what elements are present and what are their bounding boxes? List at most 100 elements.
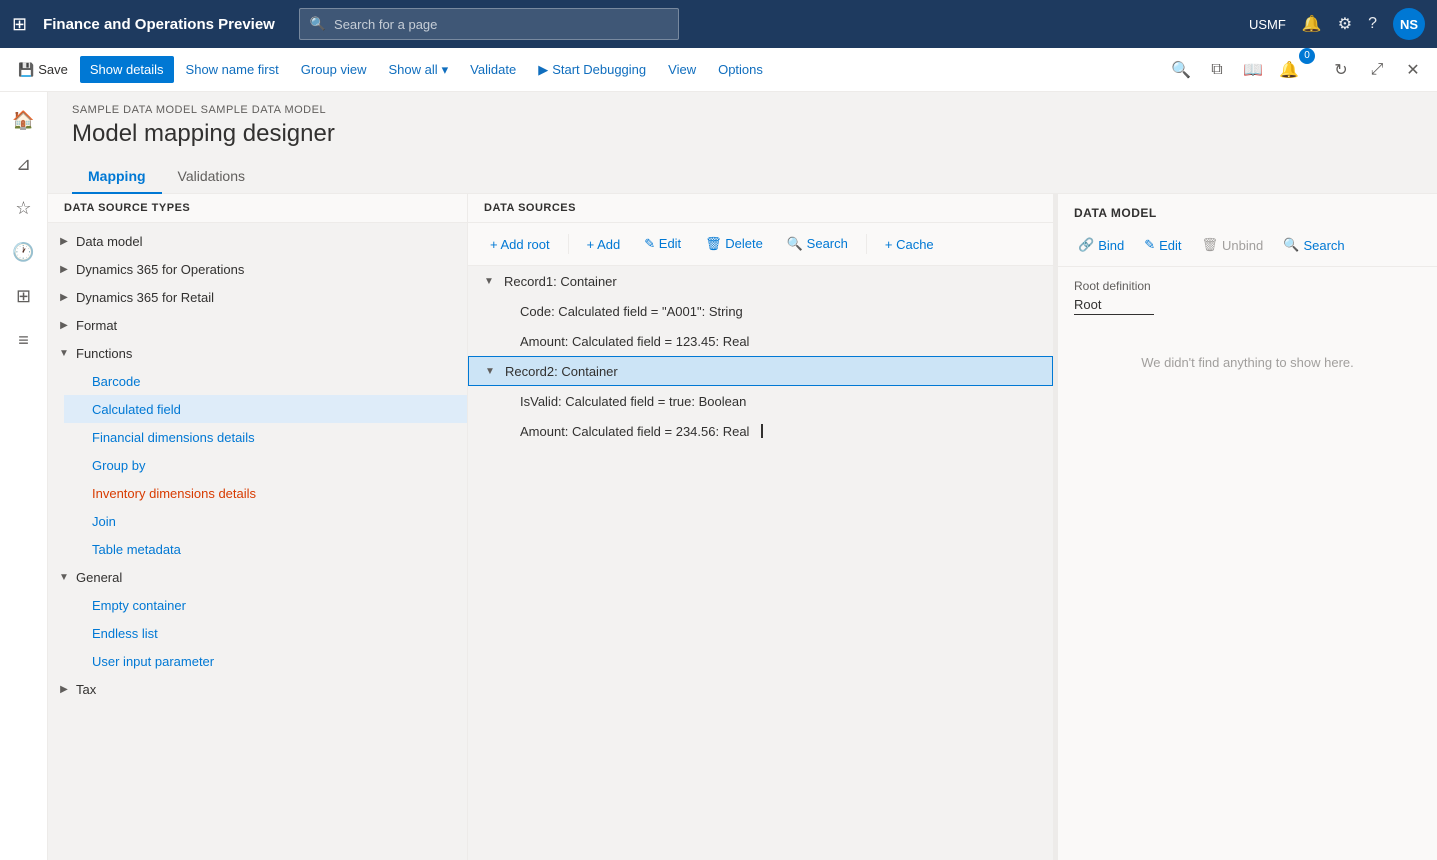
ds-item-record1[interactable]: ▼ Record1: Container <box>468 266 1053 296</box>
org-label: USMF <box>1249 17 1286 32</box>
dst-panel-header: DATA SOURCE TYPES <box>48 194 467 223</box>
tree-item-general[interactable]: ▼ General <box>48 563 467 591</box>
options-button[interactable]: Options <box>708 56 773 83</box>
side-nav-favorites[interactable]: ☆ <box>4 188 44 228</box>
side-nav-workspace[interactable]: ⊞ <box>4 276 44 316</box>
ds-item-amount1[interactable]: Amount: Calculated field = 123.45: Real <box>468 326 1053 356</box>
side-nav-home[interactable]: 🏠 <box>4 100 44 140</box>
label-d365-retail: Dynamics 365 for Retail <box>76 290 214 305</box>
tree-item-group-by[interactable]: Group by <box>64 451 467 479</box>
toolbar-right: 🔍 ⧉ 📖 🔔 0 ↻ ⤢ ✕ <box>1165 54 1429 86</box>
tree-item-endless-list[interactable]: Endless list <box>64 619 467 647</box>
dm-toolbar: 🔗 Bind ✎ Edit 🗑 Unbind 🔍 Search <box>1058 228 1437 267</box>
tree-item-d365-ops[interactable]: ▶ Dynamics 365 for Operations <box>48 255 467 283</box>
chevron-down-icon: ▾ <box>442 62 449 78</box>
global-search-bar[interactable]: 🔍 <box>299 8 679 40</box>
bell-icon[interactable]: 🔔 <box>1302 14 1322 34</box>
label-join: Join <box>92 514 116 529</box>
group-view-button[interactable]: Group view <box>291 56 377 83</box>
unbind-button[interactable]: 🗑 Unbind <box>1194 232 1272 258</box>
label-inv-dim: Inventory dimensions details <box>92 486 256 501</box>
show-all-button[interactable]: Show all ▾ <box>379 56 459 84</box>
breadcrumb: SAMPLE DATA MODEL SAMPLE DATA MODEL <box>48 92 1437 116</box>
tree-item-d365-retail[interactable]: ▶ Dynamics 365 for Retail <box>48 283 467 311</box>
help-icon[interactable]: ? <box>1368 15 1377 33</box>
toolbar: 💾 Save Show details Show name first Grou… <box>0 48 1437 92</box>
left-panel: DATA SOURCE TYPES ▶ Data model ▶ Dynamic… <box>48 194 468 860</box>
dm-edit-button[interactable]: ✎ Edit <box>1136 232 1189 258</box>
bind-button[interactable]: 🔗 Bind <box>1070 232 1132 258</box>
tree-item-join[interactable]: Join <box>64 507 467 535</box>
view-button[interactable]: View <box>658 56 706 83</box>
dm-search-icon: 🔍 <box>1283 237 1299 253</box>
ds-item-isvalid[interactable]: IsValid: Calculated field = true: Boolea… <box>468 386 1053 416</box>
tree-item-inv-dim[interactable]: Inventory dimensions details <box>64 479 467 507</box>
refresh-button[interactable]: ↻ <box>1325 54 1357 86</box>
ds-label-record1: Record1: Container <box>504 274 617 289</box>
popout-button[interactable]: ⤢ <box>1361 54 1393 86</box>
arrow-data-model: ▶ <box>56 236 72 247</box>
arrow-d365-ops: ▶ <box>56 264 72 275</box>
book-icon-button[interactable]: 📖 <box>1237 54 1269 86</box>
arrow-tax: ▶ <box>56 684 72 695</box>
tree-item-barcode[interactable]: Barcode <box>64 367 467 395</box>
dm-search-button[interactable]: 🔍 Search <box>1275 232 1352 258</box>
label-calculated-field: Calculated field <box>92 402 181 417</box>
close-button[interactable]: ✕ <box>1397 54 1429 86</box>
label-table-meta: Table metadata <box>92 542 181 557</box>
avatar[interactable]: NS <box>1393 8 1425 40</box>
side-nav-filter[interactable]: ⊿ <box>4 144 44 184</box>
ds-search-button[interactable]: 🔍 Search <box>777 231 858 257</box>
gear-icon[interactable]: ⚙ <box>1338 14 1352 34</box>
tree-item-format[interactable]: ▶ Format <box>48 311 467 339</box>
ds-item-record2[interactable]: ▼ Record2: Container <box>468 356 1053 386</box>
edit-icon: ✎ <box>1144 237 1155 253</box>
side-nav-history[interactable]: 🕐 <box>4 232 44 272</box>
edit-button[interactable]: ✎ Edit <box>634 231 691 257</box>
label-tax: Tax <box>76 682 96 697</box>
start-debugging-button[interactable]: ▶ Start Debugging <box>528 56 656 84</box>
tree-item-table-meta[interactable]: Table metadata <box>64 535 467 563</box>
notif-badge: 0 <box>1299 48 1315 64</box>
tab-mapping[interactable]: Mapping <box>72 160 162 194</box>
validate-button[interactable]: Validate <box>460 56 526 83</box>
dm-panel-header: DATA MODEL <box>1058 194 1437 228</box>
add-root-button[interactable]: + Add root <box>480 232 560 257</box>
dst-tree: ▶ Data model ▶ Dynamics 365 for Operatio… <box>48 223 467 860</box>
debug-icon: ▶ <box>538 62 548 78</box>
tab-validations[interactable]: Validations <box>162 160 261 194</box>
tree-item-user-input[interactable]: User input parameter <box>64 647 467 675</box>
label-group-by: Group by <box>92 458 145 473</box>
unbind-icon: 🗑 <box>1202 237 1219 253</box>
side-nav-list[interactable]: ≡ <box>4 320 44 360</box>
tree-item-tax[interactable]: ▶ Tax <box>48 675 467 703</box>
add-button[interactable]: + Add <box>577 232 631 257</box>
cache-button[interactable]: + Cache <box>875 232 944 257</box>
tree-item-data-model[interactable]: ▶ Data model <box>48 227 467 255</box>
grid-icon[interactable]: ⊞ <box>12 14 27 35</box>
global-search-input[interactable] <box>334 17 668 32</box>
tree-item-financial-dim[interactable]: Financial dimensions details <box>64 423 467 451</box>
delete-button[interactable]: 🗑 Delete <box>695 231 773 257</box>
ds-label-amount2: Amount: Calculated field = 234.56: Real <box>520 424 749 439</box>
tree-item-calculated-field[interactable]: Calculated field <box>64 395 467 423</box>
show-details-button[interactable]: Show details <box>80 56 174 83</box>
ds-item-code[interactable]: Code: Calculated field = "A001": String <box>468 296 1053 326</box>
tree-item-functions[interactable]: ▼ Functions <box>48 339 467 367</box>
puzzle-icon-button[interactable]: ⧉ <box>1201 54 1233 86</box>
root-def-value: Root <box>1074 297 1154 315</box>
label-general: General <box>76 570 122 585</box>
dm-body: Root definition Root We didn't find anyt… <box>1058 267 1437 860</box>
tree-item-empty-container[interactable]: Empty container <box>64 591 467 619</box>
ds-item-amount2[interactable]: Amount: Calculated field = 234.56: Real <box>468 416 1053 446</box>
arrow-format: ▶ <box>56 320 72 331</box>
arrow-record2: ▼ <box>485 366 501 377</box>
empty-message: We didn't find anything to show here. <box>1074 355 1421 370</box>
ds-toolbar: + Add root + Add ✎ Edit 🗑 Delete 🔍 Searc… <box>468 223 1053 266</box>
toolbar-search-button[interactable]: 🔍 <box>1165 54 1197 86</box>
ds-label-record2: Record2: Container <box>505 364 618 379</box>
label-empty-container: Empty container <box>92 598 186 613</box>
label-barcode: Barcode <box>92 374 140 389</box>
save-button[interactable]: 💾 Save <box>8 56 78 84</box>
show-name-first-button[interactable]: Show name first <box>176 56 289 83</box>
